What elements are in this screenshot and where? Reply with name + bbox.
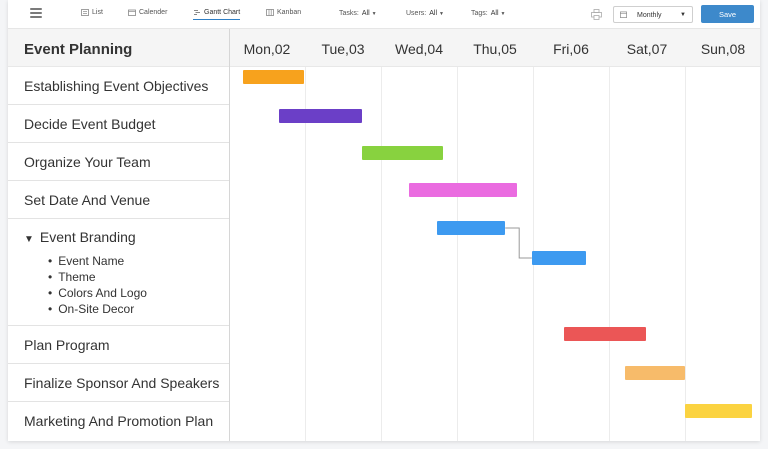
task-row[interactable]: Plan Program (8, 326, 229, 364)
gantt-bar-event-branding-2[interactable] (531, 251, 586, 265)
gantt-bar-organize-your-team[interactable] (361, 146, 443, 160)
task-label: Organize Your Team (24, 154, 151, 170)
hamburger-menu-icon[interactable] (30, 8, 42, 18)
task-label: Decide Event Budget (24, 116, 156, 132)
list-icon (81, 9, 89, 16)
task-label: Set Date And Venue (24, 192, 151, 208)
task-label: Finalize Sponsor And Speakers (24, 375, 220, 391)
task-row[interactable]: Decide Event Budget (8, 105, 229, 143)
subtask-item[interactable]: On-Site Decor (48, 301, 147, 317)
gantt-bar-event-branding-1[interactable] (436, 221, 506, 235)
gantt-header: Event Planning Mon,02 Tue,03 Wed,04 Thu,… (8, 29, 760, 67)
save-button[interactable]: Save (701, 5, 754, 23)
subtask-list: Event Name Theme Colors And Logo On-Site… (48, 253, 147, 317)
time-scale-value: Monthly (637, 12, 662, 19)
time-scale-select[interactable]: Monthly ▼ (613, 6, 693, 23)
view-tab-label: List (92, 9, 103, 16)
view-tab-label: Calender (139, 9, 168, 16)
task-label: Marketing And Promotion Plan (24, 413, 214, 429)
task-row[interactable]: Finalize Sponsor And Speakers (8, 364, 229, 402)
gantt-bar-establishing-event-objectives[interactable] (243, 70, 304, 84)
chevron-down-icon: ▼ (680, 12, 686, 18)
dependency-line (505, 227, 532, 259)
filter-label: Tasks: (339, 10, 359, 17)
kanban-icon (266, 9, 274, 16)
subtask-item[interactable]: Event Name (48, 253, 147, 269)
filter-value: All (361, 10, 370, 17)
filter-users[interactable]: Users: All ▼ (406, 10, 444, 17)
calendar-icon (620, 11, 627, 18)
subtask-item[interactable]: Colors And Logo (48, 285, 147, 301)
view-tab-kanban[interactable]: Kanban (266, 9, 301, 16)
task-label: Establishing Event Objectives (24, 78, 209, 94)
task-row[interactable]: Establishing Event Objectives (8, 67, 229, 105)
gantt-bar-marketing-and-promotion-plan[interactable] (684, 404, 753, 418)
pane-divider[interactable] (229, 29, 230, 441)
caret-down-icon: ▼ (371, 11, 377, 17)
view-tab-list[interactable]: List (81, 9, 103, 16)
gantt-bar-plan-program[interactable] (564, 327, 646, 341)
print-icon[interactable] (591, 9, 602, 20)
task-row[interactable]: Marketing And Promotion Plan (8, 402, 229, 441)
day-column-header: Wed,04 (395, 41, 443, 57)
view-tab-calendar[interactable]: Calender (128, 9, 167, 16)
filter-value: All (490, 10, 499, 17)
task-group-header: ▼ Event Branding (24, 229, 136, 245)
subtask-item[interactable]: Theme (48, 269, 147, 285)
task-row[interactable]: Set Date And Venue (8, 181, 229, 219)
project-title: Event Planning (24, 41, 133, 58)
grid-line (609, 67, 610, 441)
caret-down-icon: ▼ (439, 11, 444, 17)
task-group-row[interactable]: ▼ Event Branding Event Name Theme Colors … (8, 219, 229, 326)
day-column-header: Fri,06 (553, 41, 589, 57)
gantt-icon (194, 10, 200, 15)
day-column-header: Sun,08 (700, 41, 746, 57)
grid-line (457, 67, 458, 441)
gantt-bar-set-date-and-venue[interactable] (408, 183, 517, 197)
app-window: List Calender Gantt Chart Kanban Tasks: A… (8, 0, 760, 441)
filter-label: Users: (406, 10, 427, 17)
view-tab-label: Gantt Chart (204, 9, 241, 16)
caret-down-icon: ▼ (500, 11, 506, 17)
filter-value: All (429, 10, 438, 17)
task-label: Plan Program (24, 337, 110, 353)
day-column-header: Mon,02 (243, 41, 291, 57)
filter-tags[interactable]: Tags: All ▼ (471, 10, 505, 17)
task-row[interactable]: Organize Your Team (8, 143, 229, 181)
day-column-header: Thu,05 (473, 41, 517, 57)
view-tab-gantt-chart[interactable]: Gantt Chart (193, 9, 241, 20)
gantt-bar-finalize-sponsor-and-speakers[interactable] (625, 366, 685, 380)
collapse-triangle-icon[interactable]: ▼ (24, 234, 34, 245)
grid-line (305, 67, 306, 441)
toolbar: List Calender Gantt Chart Kanban Tasks: A… (8, 0, 760, 29)
filter-tasks[interactable]: Tasks: All ▼ (339, 10, 377, 17)
calendar-icon (128, 9, 136, 16)
gantt-bar-decide-event-budget[interactable] (278, 109, 362, 123)
grid-line (381, 67, 382, 441)
grid-line (685, 67, 686, 441)
task-label: Event Branding (39, 229, 136, 245)
day-column-header: Sat,07 (626, 41, 668, 57)
view-tab-label: Kanban (277, 9, 302, 16)
filter-label: Tags: (471, 10, 488, 17)
day-column-header: Tue,03 (321, 41, 365, 57)
